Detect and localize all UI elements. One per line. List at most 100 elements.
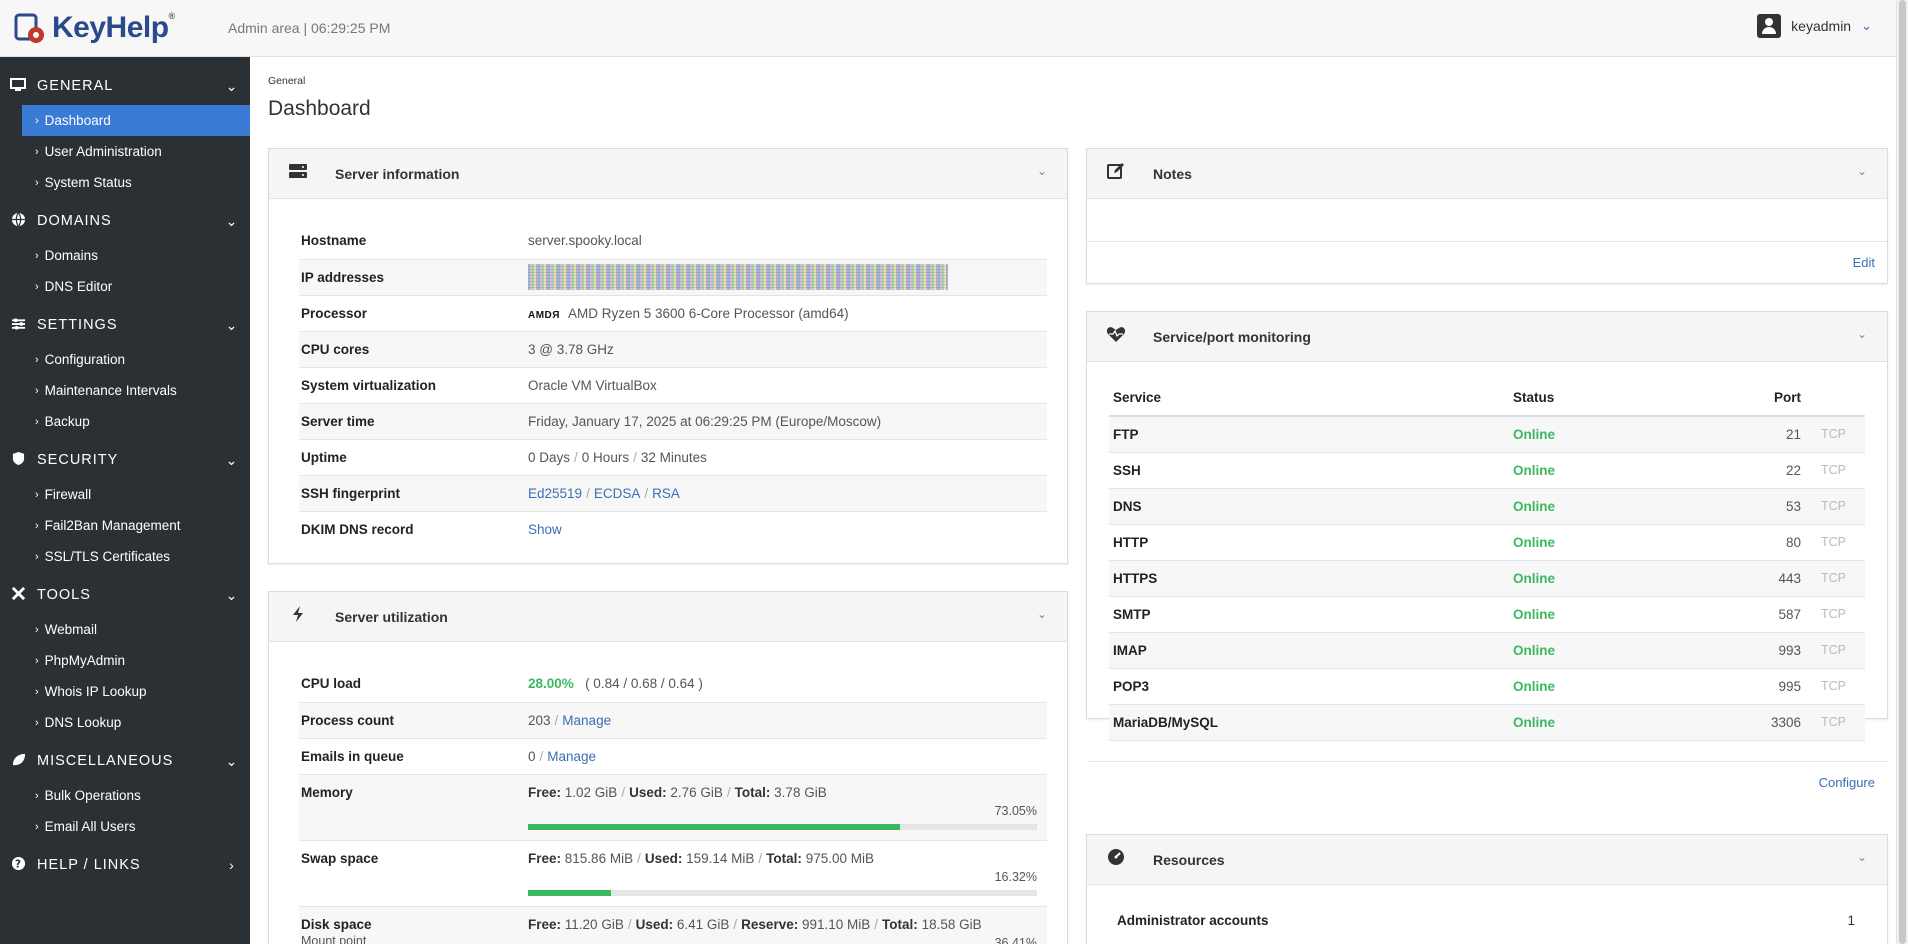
sidebar-section-settings[interactable]: SETTINGS ⌄	[0, 306, 250, 344]
sidebar-section-tools[interactable]: TOOLS ⌄	[0, 576, 250, 614]
virtualization-value: Oracle VM VirtualBox	[526, 367, 1047, 404]
main-content: General Dashboard Server information ⌄ H…	[250, 57, 1896, 944]
sidebar-item-label: Bulk Operations	[44, 788, 141, 803]
row-label: System virtualization	[299, 367, 526, 404]
chevron-down-icon: ⌄	[225, 316, 239, 333]
sidebar-item-domains[interactable]: › Domains	[22, 240, 250, 271]
sidebar-item-webmail[interactable]: › Webmail	[22, 614, 250, 645]
row-label: Process count	[299, 702, 526, 739]
used-label: Used:	[644, 850, 683, 866]
table-row: Swap space Free: 815.86 MiB / Used: 159.14…	[299, 840, 1047, 907]
swap-percent: 16.32%	[994, 869, 1037, 884]
panel-header[interactable]: Notes ⌄	[1087, 149, 1887, 199]
top-header: KeyHelp® Admin area | 06:29:25 PM keyadm…	[0, 0, 1908, 57]
sidebar-item-user-administration[interactable]: › User Administration	[22, 136, 250, 167]
notes-panel: Notes ⌄ Edit	[1086, 148, 1888, 284]
redacted-ip-addresses	[528, 264, 948, 290]
sliders-icon	[8, 317, 28, 334]
sidebar-item-label: Maintenance Intervals	[44, 383, 177, 398]
chevron-down-icon[interactable]: ⌄	[1037, 164, 1047, 178]
sidebar-item-system-status[interactable]: › System Status	[22, 167, 250, 198]
sidebar-item-email-all-users[interactable]: › Email All Users	[22, 811, 250, 842]
panel-header[interactable]: Server information ⌄	[269, 149, 1067, 199]
column-header-service: Service	[1109, 380, 1513, 417]
table-row: Emails in queue 0/Manage	[299, 738, 1047, 775]
row-label: Server time	[299, 403, 526, 440]
row-label: Hostname	[299, 223, 526, 260]
table-row: IP addresses	[299, 259, 1047, 296]
chevron-down-icon[interactable]: ⌄	[1037, 607, 1047, 621]
sidebar-item-dns-editor[interactable]: › DNS Editor	[22, 271, 250, 302]
row-label: Swap space	[299, 840, 526, 907]
notes-edit-link[interactable]: Edit	[1853, 255, 1875, 270]
chevron-down-icon[interactable]: ⌄	[1857, 850, 1867, 864]
chevron-down-icon[interactable]: ⌄	[1857, 327, 1867, 341]
free-label: Free:	[528, 916, 562, 932]
breadcrumb[interactable]: General	[268, 75, 305, 87]
service-protocol: TCP	[1821, 488, 1865, 525]
service-port: 80	[1611, 524, 1821, 561]
sidebar-section-miscellaneous[interactable]: MISCELLANEOUS ⌄	[0, 742, 250, 780]
configure-monitoring-link[interactable]: Configure	[1819, 775, 1875, 790]
ssh-ecdsa-link[interactable]: ECDSA	[594, 486, 641, 501]
table-row: Server time Friday, January 17, 2025 at 0…	[299, 403, 1047, 440]
swap-progress-bar	[528, 889, 1037, 896]
sidebar-item-maintenance-intervals[interactable]: › Maintenance Intervals	[22, 375, 250, 406]
manage-processes-link[interactable]: Manage	[562, 713, 611, 728]
sidebar-item-backup[interactable]: › Backup	[22, 406, 250, 437]
sidebar-item-ssl-certificates[interactable]: › SSL/TLS Certificates	[22, 541, 250, 572]
row-label: Processor	[299, 295, 526, 332]
sidebar-item-phpmyadmin[interactable]: › PhpMyAdmin	[22, 645, 250, 676]
sidebar-section-domains[interactable]: DOMAINS ⌄	[0, 202, 250, 240]
logo[interactable]: KeyHelp®	[0, 11, 228, 45]
uptime-days: 0 Days	[528, 449, 571, 465]
table-header-row: Service Status Port	[1109, 380, 1865, 417]
service-protocol: TCP	[1821, 560, 1865, 597]
page-title: Dashboard	[268, 97, 371, 120]
panel-title: Server information	[335, 165, 460, 182]
sidebar-item-bulk-operations[interactable]: › Bulk Operations	[22, 780, 250, 811]
service-port: 3306	[1611, 704, 1821, 741]
sidebar-item-dns-lookup[interactable]: › DNS Lookup	[22, 707, 250, 738]
sidebar-item-label: Dashboard	[44, 113, 111, 128]
resource-row: Administrator accounts 1	[1117, 913, 1855, 928]
service-name: MariaDB/MySQL	[1109, 704, 1513, 741]
sidebar-item-fail2ban[interactable]: › Fail2Ban Management	[22, 510, 250, 541]
chevron-down-icon[interactable]: ⌄	[1857, 164, 1867, 178]
service-port: 53	[1611, 488, 1821, 525]
ssh-ed25519-link[interactable]: Ed25519	[528, 486, 582, 501]
panel-title: Resources	[1153, 851, 1225, 868]
column-header-status: Status	[1513, 380, 1611, 417]
page-scrollbar[interactable]	[1896, 0, 1908, 944]
chevron-right-icon: ›	[35, 176, 39, 189]
free-label: Free:	[528, 784, 562, 800]
sidebar-section-help[interactable]: ? HELP / LINKS ›	[0, 846, 250, 884]
sidebar-item-dashboard[interactable]: › Dashboard	[22, 105, 250, 136]
sidebar-section-general[interactable]: GENERAL ⌄	[0, 67, 250, 105]
memory-progress-bar	[528, 823, 1037, 830]
email-queue-value: 0	[528, 748, 536, 764]
panel-header[interactable]: Service/port monitoring ⌄	[1087, 312, 1887, 362]
chevron-down-icon: ⌄	[225, 77, 239, 94]
sidebar-section-label: GENERAL	[37, 78, 114, 94]
ssh-rsa-link[interactable]: RSA	[652, 486, 680, 501]
sidebar-item-firewall[interactable]: › Firewall	[22, 479, 250, 510]
panel-header[interactable]: Resources ⌄	[1087, 835, 1887, 885]
panel-header[interactable]: Server utilization ⌄	[269, 592, 1067, 642]
chevron-right-icon: ›	[35, 280, 39, 293]
sidebar-item-configuration[interactable]: › Configuration	[22, 344, 250, 375]
sidebar-item-whois[interactable]: › Whois IP Lookup	[22, 676, 250, 707]
table-row: HTTPS Online 443 TCP	[1109, 560, 1865, 597]
sidebar-section-label: TOOLS	[37, 587, 91, 603]
sidebar-item-label: Domains	[44, 248, 98, 263]
disk-total: 18.58 GiB	[921, 916, 982, 932]
service-monitoring-panel: Service/port monitoring ⌄ Service Status…	[1086, 311, 1888, 790]
service-protocol: TCP	[1821, 452, 1865, 489]
globe-icon	[8, 212, 28, 230]
user-menu[interactable]: keyadmin ⌄	[1757, 14, 1872, 38]
manage-queue-link[interactable]: Manage	[547, 749, 596, 764]
dkim-show-link[interactable]: Show	[528, 522, 562, 537]
service-status: Online	[1513, 416, 1611, 453]
sidebar-section-security[interactable]: SECURITY ⌄	[0, 441, 250, 479]
disk-reserve: 991.10 MiB	[801, 916, 871, 932]
